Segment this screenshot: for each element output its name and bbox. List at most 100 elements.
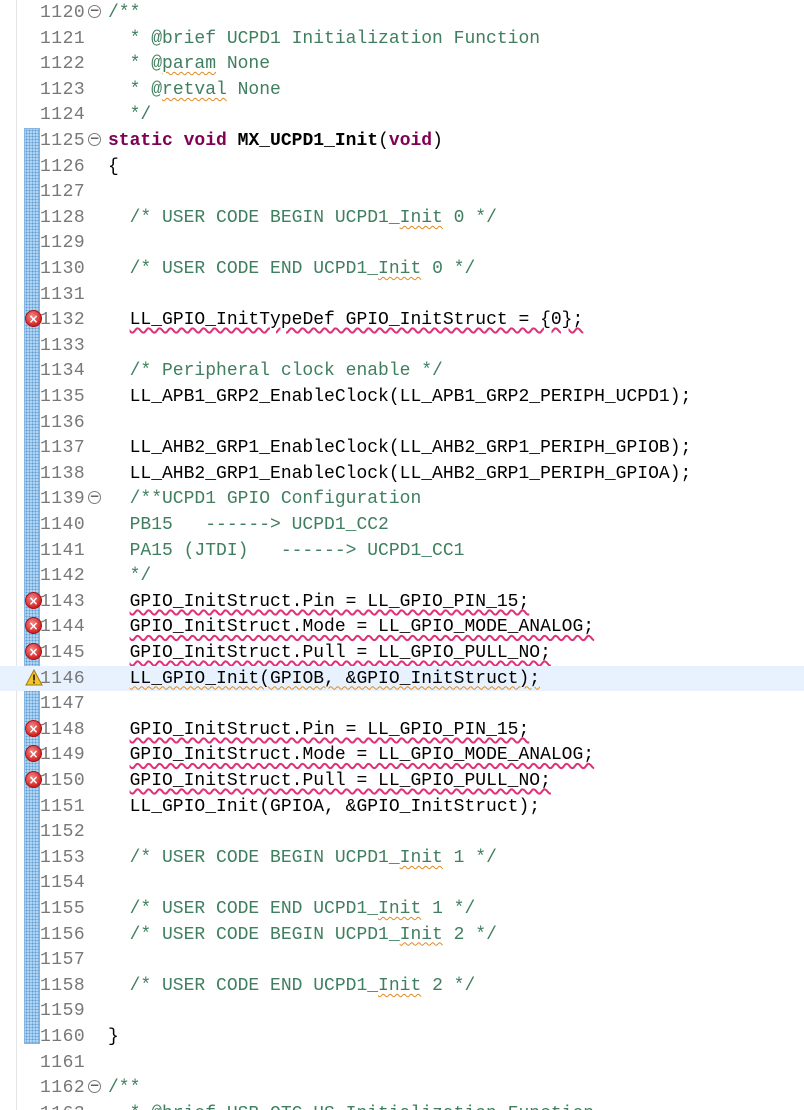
code-line-1131[interactable]: 1131 <box>0 282 804 308</box>
code-text[interactable]: GPIO_InitStruct.Mode = LL_GPIO_MODE_ANAL… <box>108 743 594 767</box>
code-line-1162[interactable]: 1162 /** − <box>0 1075 804 1101</box>
code-line-1150[interactable]: 1150 GPIO_InitStruct.Pull = LL_GPIO_PULL… <box>0 768 804 794</box>
line-number[interactable]: 1143 <box>40 590 85 614</box>
code-line-1123[interactable]: 1123 * @retval None <box>0 77 804 103</box>
code-text[interactable]: */ <box>108 103 152 127</box>
line-number[interactable]: 1158 <box>40 974 85 998</box>
code-text[interactable]: LL_APB1_GRP2_EnableClock(LL_APB1_GRP2_PE… <box>108 385 692 409</box>
code-text[interactable]: LL_AHB2_GRP1_EnableClock(LL_AHB2_GRP1_PE… <box>108 436 692 460</box>
fold-collapse-icon[interactable]: − <box>88 4 101 18</box>
code-text[interactable]: /* USER CODE BEGIN UCPD1_Init 2 */ <box>108 923 497 947</box>
code-line-1147[interactable]: 1147 <box>0 691 804 717</box>
code-line-1142[interactable]: 1142 */ <box>0 563 804 589</box>
code-line-1128[interactable]: 1128 /* USER CODE BEGIN UCPD1_Init 0 */ <box>0 205 804 231</box>
code-text[interactable]: LL_GPIO_Init(GPIOA, &GPIO_InitStruct); <box>108 795 540 819</box>
line-number[interactable]: 1122 <box>40 52 85 76</box>
code-line-1149[interactable]: 1149 GPIO_InitStruct.Mode = LL_GPIO_MODE… <box>0 742 804 768</box>
code-text[interactable]: /** <box>108 1 140 25</box>
line-number[interactable]: 1126 <box>40 155 85 179</box>
line-number[interactable]: 1157 <box>40 948 85 972</box>
line-number[interactable]: 1120 <box>40 1 85 25</box>
code-text[interactable]: /* USER CODE END UCPD1_Init 0 */ <box>108 257 476 281</box>
code-text[interactable]: PA15 (JTDI) ------> UCPD1_CC1 <box>108 539 465 563</box>
code-editor[interactable]: 1120 /** − 1121 * @brief UCPD1 Initializ… <box>0 0 804 1110</box>
line-number[interactable]: 1136 <box>40 411 85 435</box>
line-number[interactable]: 1142 <box>40 564 85 588</box>
code-text[interactable]: GPIO_InitStruct.Pin = LL_GPIO_PIN_15; <box>108 718 530 742</box>
line-number[interactable]: 1151 <box>40 795 85 819</box>
code-line-1136[interactable]: 1136 <box>0 410 804 436</box>
code-line-1157[interactable]: 1157 <box>0 947 804 973</box>
line-number[interactable]: 1163 <box>40 1102 85 1110</box>
code-text[interactable]: /* USER CODE END UCPD1_Init 1 */ <box>108 897 476 921</box>
code-text[interactable]: LL_GPIO_Init(GPIOB, &GPIO_InitStruct); <box>108 667 540 691</box>
line-number[interactable]: 1149 <box>40 743 85 767</box>
code-line-1137[interactable]: 1137 LL_AHB2_GRP1_EnableClock(LL_AHB2_GR… <box>0 435 804 461</box>
line-number[interactable]: 1159 <box>40 999 85 1023</box>
line-number[interactable]: 1124 <box>40 103 85 127</box>
line-number[interactable]: 1146 <box>40 667 85 691</box>
code-line-1124[interactable]: 1124 */ <box>0 102 804 128</box>
code-text[interactable]: GPIO_InitStruct.Pull = LL_GPIO_PULL_NO; <box>108 769 551 793</box>
code-text[interactable]: /* Peripheral clock enable */ <box>108 359 443 383</box>
line-number[interactable]: 1145 <box>40 641 85 665</box>
code-line-1127[interactable]: 1127 <box>0 179 804 205</box>
code-text[interactable]: GPIO_InitStruct.Mode = LL_GPIO_MODE_ANAL… <box>108 615 594 639</box>
code-line-1134[interactable]: 1134 /* Peripheral clock enable */ <box>0 358 804 384</box>
fold-collapse-icon[interactable]: − <box>88 490 101 505</box>
code-line-1161[interactable]: 1161 <box>0 1050 804 1076</box>
code-text[interactable]: PB15 ------> UCPD1_CC2 <box>108 513 389 537</box>
code-text[interactable]: /**UCPD1 GPIO Configuration <box>108 487 422 511</box>
code-line-1156[interactable]: 1156 /* USER CODE BEGIN UCPD1_Init 2 */ <box>0 922 804 948</box>
error-marker-icon[interactable]: × <box>25 643 42 660</box>
code-text[interactable]: * @brief USB_OTG_HS Initialization Funct… <box>108 1102 595 1110</box>
code-text[interactable]: /** <box>108 1076 140 1100</box>
code-text[interactable]: /* USER CODE BEGIN UCPD1_Init 1 */ <box>108 846 497 870</box>
line-number[interactable]: 1141 <box>40 539 85 563</box>
code-text[interactable]: static void MX_UCPD1_Init(void) <box>108 129 443 153</box>
code-text[interactable]: */ <box>108 564 152 588</box>
line-number[interactable]: 1150 <box>40 769 85 793</box>
code-line-1151[interactable]: 1151 LL_GPIO_Init(GPIOA, &GPIO_InitStruc… <box>0 794 804 820</box>
code-line-1158[interactable]: 1158 /* USER CODE END UCPD1_Init 2 */ <box>0 973 804 999</box>
code-line-1138[interactable]: 1138 LL_AHB2_GRP1_EnableClock(LL_AHB2_GR… <box>0 461 804 487</box>
line-number[interactable]: 1135 <box>40 385 85 409</box>
code-line-1148[interactable]: 1148 GPIO_InitStruct.Pin = LL_GPIO_PIN_1… <box>0 717 804 743</box>
line-number[interactable]: 1125 <box>40 129 85 153</box>
error-marker-icon[interactable]: × <box>25 591 42 609</box>
code-line-1139[interactable]: 1139 /**UCPD1 GPIO Configuration − <box>0 486 804 512</box>
error-marker-icon[interactable]: × <box>25 719 42 737</box>
code-text[interactable]: GPIO_InitStruct.Pull = LL_GPIO_PULL_NO; <box>108 641 551 665</box>
line-number[interactable]: 1139 <box>40 487 85 511</box>
code-text[interactable]: LL_GPIO_InitTypeDef GPIO_InitStruct = {0… <box>108 308 584 332</box>
line-number[interactable]: 1161 <box>40 1051 85 1075</box>
code-text[interactable]: GPIO_InitStruct.Pin = LL_GPIO_PIN_15; <box>108 590 530 614</box>
line-number[interactable]: 1162 <box>40 1076 85 1100</box>
line-number[interactable]: 1132 <box>40 308 85 332</box>
line-number[interactable]: 1153 <box>40 846 85 870</box>
line-number[interactable]: 1138 <box>40 462 85 486</box>
code-line-1153[interactable]: 1153 /* USER CODE BEGIN UCPD1_Init 1 */ <box>0 845 804 871</box>
line-number[interactable]: 1154 <box>40 871 85 895</box>
line-number[interactable]: 1156 <box>40 923 85 947</box>
code-line-1159[interactable]: 1159 <box>0 998 804 1024</box>
line-number[interactable]: 1129 <box>40 231 85 255</box>
line-number[interactable]: 1130 <box>40 257 85 281</box>
code-text[interactable]: } <box>108 1025 119 1049</box>
code-line-1143[interactable]: 1143 GPIO_InitStruct.Pin = LL_GPIO_PIN_1… <box>0 589 804 615</box>
code-text[interactable]: LL_AHB2_GRP1_EnableClock(LL_AHB2_GRP1_PE… <box>108 462 692 486</box>
line-number[interactable]: 1123 <box>40 78 85 102</box>
code-line-1141[interactable]: 1141 PA15 (JTDI) ------> UCPD1_CC1 <box>0 538 804 564</box>
code-line-1155[interactable]: 1155 /* USER CODE END UCPD1_Init 1 */ <box>0 896 804 922</box>
code-line-1160[interactable]: 1160 } <box>0 1024 804 1050</box>
code-line-1130[interactable]: 1130 /* USER CODE END UCPD1_Init 0 */ <box>0 256 804 282</box>
line-number[interactable]: 1137 <box>40 436 85 460</box>
line-number[interactable]: 1144 <box>40 615 85 639</box>
line-number[interactable]: 1131 <box>40 283 85 307</box>
line-number[interactable]: 1155 <box>40 897 85 921</box>
line-number[interactable]: 1152 <box>40 820 85 844</box>
code-line-1135[interactable]: 1135 LL_APB1_GRP2_EnableClock(LL_APB1_GR… <box>0 384 804 410</box>
line-number[interactable]: 1147 <box>40 692 85 716</box>
code-line-1154[interactable]: 1154 <box>0 870 804 896</box>
code-text[interactable]: /* USER CODE BEGIN UCPD1_Init 0 */ <box>108 206 497 230</box>
